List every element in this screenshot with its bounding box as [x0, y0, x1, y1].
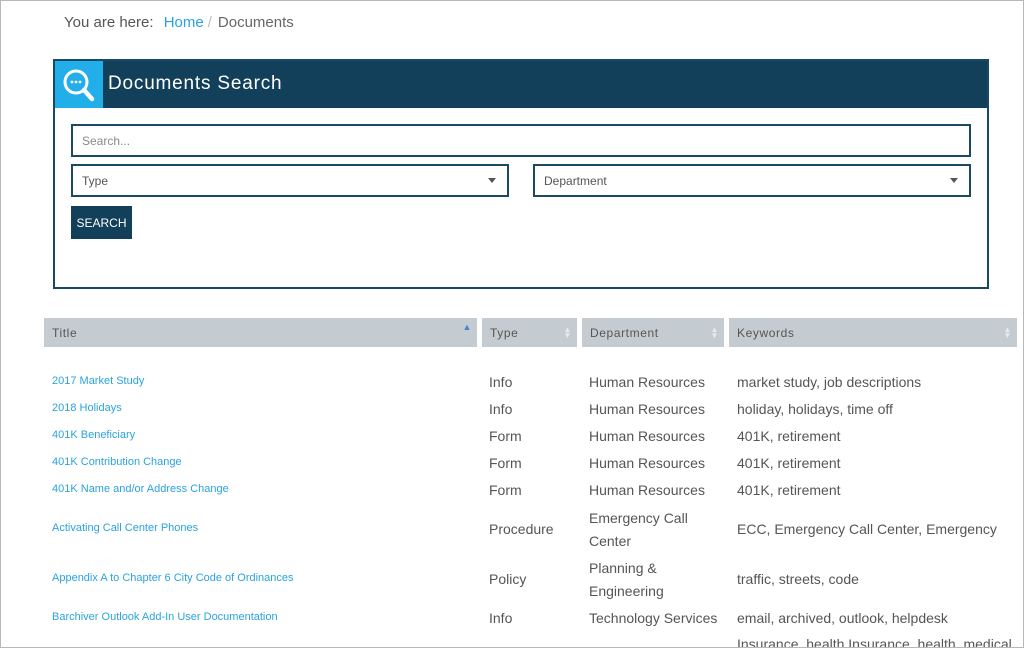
- breadcrumb-prefix: You are here:: [64, 14, 154, 31]
- page-frame: You are here: Home / Documents Documents S…: [0, 0, 1024, 648]
- department-select-value: Department: [544, 174, 607, 188]
- document-department: Human Resources: [589, 428, 705, 444]
- sort-ascending-icon: ▲: [462, 322, 472, 332]
- search-input[interactable]: [71, 124, 971, 157]
- column-header-title[interactable]: Title ▲: [44, 318, 477, 347]
- column-header-label: Type: [490, 326, 519, 340]
- document-department: Planning & Engineering: [589, 560, 664, 599]
- column-header-label: Department: [590, 326, 659, 340]
- breadcrumb: You are here: Home / Documents: [64, 14, 294, 31]
- document-keywords: traffic, streets, code: [737, 571, 859, 587]
- document-department: Technology Services: [589, 610, 718, 626]
- document-keywords: holiday, holidays, time off: [737, 401, 893, 417]
- document-keywords: 401K, retirement: [737, 455, 841, 471]
- document-type: Form: [489, 482, 522, 498]
- sort-arrows-icon: ▲ ▼: [563, 325, 572, 340]
- sort-arrows-icon: ▲ ▼: [710, 325, 719, 340]
- document-keywords: Insurance, health Insurance, health, med…: [737, 636, 1012, 648]
- document-department: Emergency Call Center: [589, 510, 688, 549]
- document-department: Human Resources: [589, 401, 705, 417]
- document-title-link[interactable]: 401K Contribution Change: [52, 456, 182, 468]
- column-header-label: Title: [52, 326, 78, 340]
- document-department: Human Resources: [589, 374, 705, 390]
- column-header-type[interactable]: Type ▲ ▼: [482, 318, 577, 347]
- document-department: Human Resources: [589, 455, 705, 471]
- breadcrumb-separator: /: [207, 14, 212, 31]
- column-header-department[interactable]: Department ▲ ▼: [582, 318, 724, 347]
- caret-down-icon: [950, 178, 958, 183]
- document-title-link[interactable]: 401K Beneficiary: [52, 429, 135, 441]
- search-button[interactable]: SEARCH: [71, 206, 132, 239]
- breadcrumb-current: Documents: [217, 14, 294, 31]
- column-header-keywords[interactable]: Keywords ▲ ▼: [729, 318, 1017, 347]
- panel-title: Documents Search: [108, 73, 283, 94]
- document-type: Info: [489, 610, 513, 626]
- breadcrumb-home-link[interactable]: Home: [164, 14, 204, 31]
- department-select[interactable]: Department: [533, 164, 971, 197]
- column-header-label: Keywords: [737, 326, 795, 340]
- document-type: Form: [489, 428, 522, 444]
- document-type: Info: [489, 374, 513, 390]
- magnifier-with-dots-icon: [55, 61, 103, 108]
- document-title-link[interactable]: 2017 Market Study: [52, 375, 144, 387]
- document-keywords: email, archived, outlook, helpdesk: [737, 610, 948, 626]
- document-title-link[interactable]: 401K Name and/or Address Change: [52, 483, 229, 495]
- document-type: Info: [489, 401, 513, 417]
- document-title-link[interactable]: Barchiver Outlook Add-In User Documentat…: [52, 611, 278, 623]
- document-keywords: 401K, retirement: [737, 482, 841, 498]
- document-keywords: market study, job descriptions: [737, 374, 922, 390]
- panel-header: Documents Search: [55, 61, 987, 108]
- type-select-value: Type: [82, 174, 109, 188]
- document-type: Policy: [489, 571, 527, 587]
- caret-down-icon: [488, 178, 496, 183]
- document-title-link[interactable]: Activating Call Center Phones: [52, 522, 198, 534]
- document-department: Human Resources: [589, 482, 705, 498]
- document-title-link[interactable]: Appendix A to Chapter 6 City Code of Ord…: [52, 572, 294, 584]
- sort-arrows-icon: ▲ ▼: [1003, 325, 1012, 340]
- documents-search-panel: Documents Search Type Department SEARCH: [53, 59, 989, 289]
- document-keywords: ECC, Emergency Call Center, Emergency: [737, 521, 997, 537]
- document-title-link[interactable]: 2018 Holidays: [52, 402, 122, 414]
- document-keywords: 401K, retirement: [737, 428, 841, 444]
- document-type: Form: [489, 455, 522, 471]
- document-type: Procedure: [489, 521, 554, 537]
- type-select[interactable]: Type: [71, 164, 509, 197]
